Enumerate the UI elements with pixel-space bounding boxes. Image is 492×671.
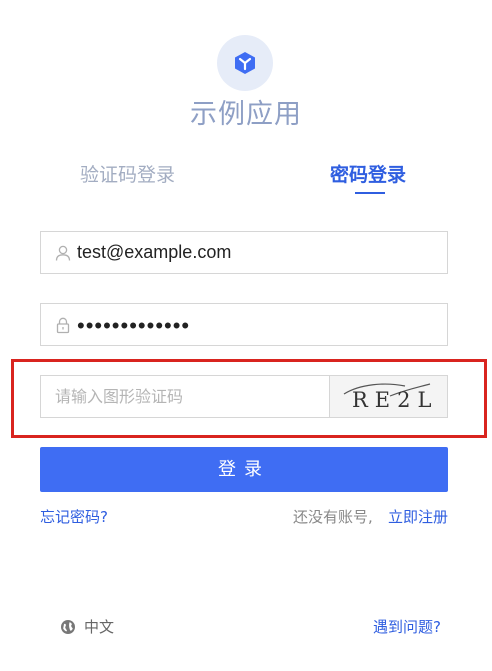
login-button[interactable]: 登录	[40, 447, 448, 492]
username-field[interactable]: test@example.com	[40, 231, 448, 274]
tab-sms-login[interactable]: 验证码登录	[80, 160, 175, 187]
user-icon	[55, 245, 71, 261]
language-label: 中文	[84, 618, 115, 636]
forgot-password-link[interactable]: 忘记密码?	[40, 506, 108, 527]
captcha-highlight-box	[11, 359, 487, 438]
no-account-text: 还没有账号,	[293, 508, 373, 526]
register-link[interactable]: 立即注册	[388, 506, 448, 527]
language-switch[interactable]: 中文	[60, 616, 114, 637]
lock-icon	[56, 317, 70, 334]
help-link[interactable]: 遇到问题?	[373, 616, 441, 637]
password-value: •••••••••••••	[77, 313, 191, 338]
cube-icon	[235, 52, 255, 74]
password-field[interactable]: •••••••••••••	[40, 303, 448, 346]
username-value: test@example.com	[77, 242, 232, 262]
globe-icon	[61, 619, 75, 634]
active-tab-indicator	[355, 192, 385, 194]
app-logo	[217, 35, 273, 91]
tab-password-login[interactable]: 密码登录	[330, 160, 406, 187]
app-title: 示例应用	[190, 99, 302, 130]
